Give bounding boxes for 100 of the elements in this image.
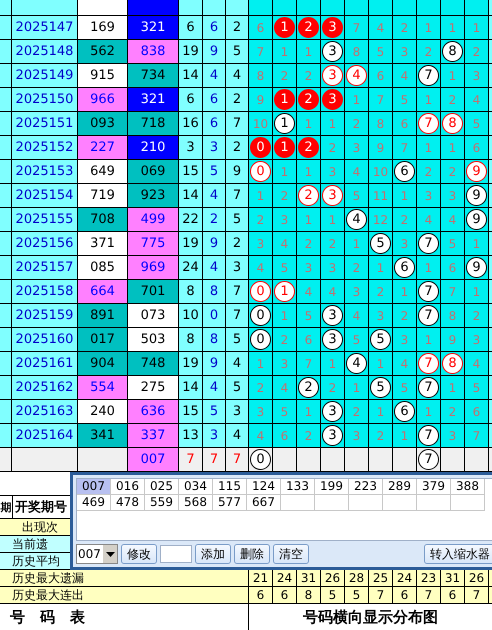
table-cell: 7 bbox=[465, 587, 489, 604]
table-cell: 3 bbox=[249, 400, 273, 424]
table-cell: 1 bbox=[321, 208, 345, 232]
export-button[interactable]: 转入缩水器 bbox=[424, 544, 492, 564]
table-cell: 9 bbox=[226, 160, 249, 184]
list-cell[interactable]: 577 bbox=[213, 495, 247, 511]
input-field[interactable] bbox=[160, 545, 192, 563]
list-cell[interactable]: 133 bbox=[281, 479, 315, 495]
table-cell: 3 bbox=[273, 208, 297, 232]
list-cell[interactable]: 469 bbox=[77, 495, 111, 511]
table-cell: 4 bbox=[249, 256, 273, 280]
table-cell: 15 bbox=[179, 400, 203, 424]
number-ball: 3 bbox=[322, 425, 343, 446]
table-cell: 19 bbox=[179, 232, 203, 256]
clear-button[interactable]: 清空 bbox=[273, 544, 309, 564]
dropdown-field[interactable]: 007 bbox=[76, 544, 118, 564]
table-cell: 2 bbox=[345, 112, 369, 136]
number-ball: 1 bbox=[274, 17, 295, 38]
table-cell: 5 bbox=[465, 376, 489, 400]
table-cell bbox=[0, 352, 12, 376]
table-cell: 5 bbox=[297, 304, 321, 328]
list-cell[interactable]: 025 bbox=[145, 479, 179, 495]
table-cell bbox=[0, 232, 12, 256]
table-cell: 3 bbox=[441, 424, 465, 448]
table-cell: 7 bbox=[179, 448, 203, 472]
number-cell: 227 bbox=[78, 136, 128, 160]
table-cell: 2 bbox=[297, 424, 321, 448]
table-cell bbox=[179, 0, 203, 16]
table-cell: 1 bbox=[417, 400, 441, 424]
number-ball: 6 bbox=[394, 257, 415, 278]
table-cell: 6 bbox=[369, 64, 393, 88]
list-cell[interactable]: 289 bbox=[383, 479, 417, 495]
number-ball: 7 bbox=[418, 233, 439, 254]
number-cell: 915 bbox=[78, 64, 128, 88]
list-cell[interactable]: 199 bbox=[315, 479, 349, 495]
table-cell: 1 bbox=[465, 280, 489, 304]
table-cell: 6 bbox=[249, 16, 273, 40]
number-cell: 069 bbox=[128, 160, 179, 184]
number-ball: 0 bbox=[250, 137, 271, 158]
number-ball: 7 bbox=[418, 425, 439, 446]
table-cell: 1 bbox=[369, 256, 393, 280]
list-cell[interactable]: 478 bbox=[111, 495, 145, 511]
table-cell: 4 bbox=[249, 424, 273, 448]
table-cell: 4 bbox=[393, 352, 417, 376]
number-ball: 7 bbox=[418, 377, 439, 398]
number-ball: 4 bbox=[346, 209, 367, 230]
table-cell: 1 bbox=[345, 232, 369, 256]
number-cell: 085 bbox=[78, 256, 128, 280]
period-cell: 2025162 bbox=[12, 376, 78, 400]
number-cell: 636 bbox=[128, 400, 179, 424]
list-cell[interactable]: 034 bbox=[179, 479, 213, 495]
table-cell: 1 bbox=[297, 208, 321, 232]
table-cell: 2 bbox=[465, 304, 489, 328]
table-cell: 4 bbox=[203, 256, 226, 280]
list-cell[interactable]: 223 bbox=[349, 479, 383, 495]
table-cell: 3 bbox=[321, 160, 345, 184]
period-cell: 2025153 bbox=[12, 160, 78, 184]
edit-button[interactable]: 修改 bbox=[121, 544, 157, 564]
table-cell: 8 bbox=[345, 40, 369, 64]
table-cell: 2 bbox=[393, 208, 417, 232]
table-cell: 2 bbox=[441, 88, 465, 112]
number-ball: 1 bbox=[274, 89, 295, 110]
number-cell: 337 bbox=[128, 424, 179, 448]
table-cell: 1 bbox=[249, 352, 273, 376]
list-cell[interactable]: 124 bbox=[247, 479, 281, 495]
list-cell[interactable]: 016 bbox=[111, 479, 145, 495]
number-ball: 4 bbox=[346, 65, 367, 86]
table-cell bbox=[12, 0, 78, 16]
number-ball: 3 bbox=[322, 65, 343, 86]
number-ball: 3 bbox=[322, 89, 343, 110]
add-button[interactable]: 添加 bbox=[195, 544, 231, 564]
table-cell: 6 bbox=[441, 256, 465, 280]
list-cell[interactable]: 379 bbox=[417, 479, 451, 495]
list-cell[interactable]: 568 bbox=[179, 495, 213, 511]
table-cell: 5 bbox=[226, 328, 249, 352]
list-cell bbox=[383, 495, 417, 511]
table-cell bbox=[128, 0, 179, 16]
table-cell: 2 bbox=[393, 304, 417, 328]
table-cell: 19 bbox=[179, 352, 203, 376]
table-cell: 4 bbox=[273, 376, 297, 400]
table-cell bbox=[345, 448, 369, 472]
table-cell: 2 bbox=[321, 136, 345, 160]
table-cell: 4 bbox=[465, 88, 489, 112]
delete-button[interactable]: 删除 bbox=[234, 544, 270, 564]
list-cell[interactable]: 559 bbox=[145, 495, 179, 511]
list-cell[interactable]: 388 bbox=[451, 479, 485, 495]
number-ball: 8 bbox=[442, 41, 463, 62]
table-cell: 5 bbox=[321, 587, 345, 604]
table-cell: 3 bbox=[345, 424, 369, 448]
list-cell[interactable]: 115 bbox=[213, 479, 247, 495]
table-cell: 8 bbox=[369, 112, 393, 136]
table-cell: 2 bbox=[249, 208, 273, 232]
list-cell[interactable]: 007 bbox=[77, 479, 111, 495]
table-cell: 2 bbox=[417, 40, 441, 64]
column-header: 期 bbox=[0, 496, 13, 518]
table-cell bbox=[0, 40, 12, 64]
list-cell[interactable]: 667 bbox=[247, 495, 281, 511]
table-cell: 5 bbox=[441, 232, 465, 256]
number-cell: 554 bbox=[78, 376, 128, 400]
table-cell: 3 bbox=[226, 400, 249, 424]
